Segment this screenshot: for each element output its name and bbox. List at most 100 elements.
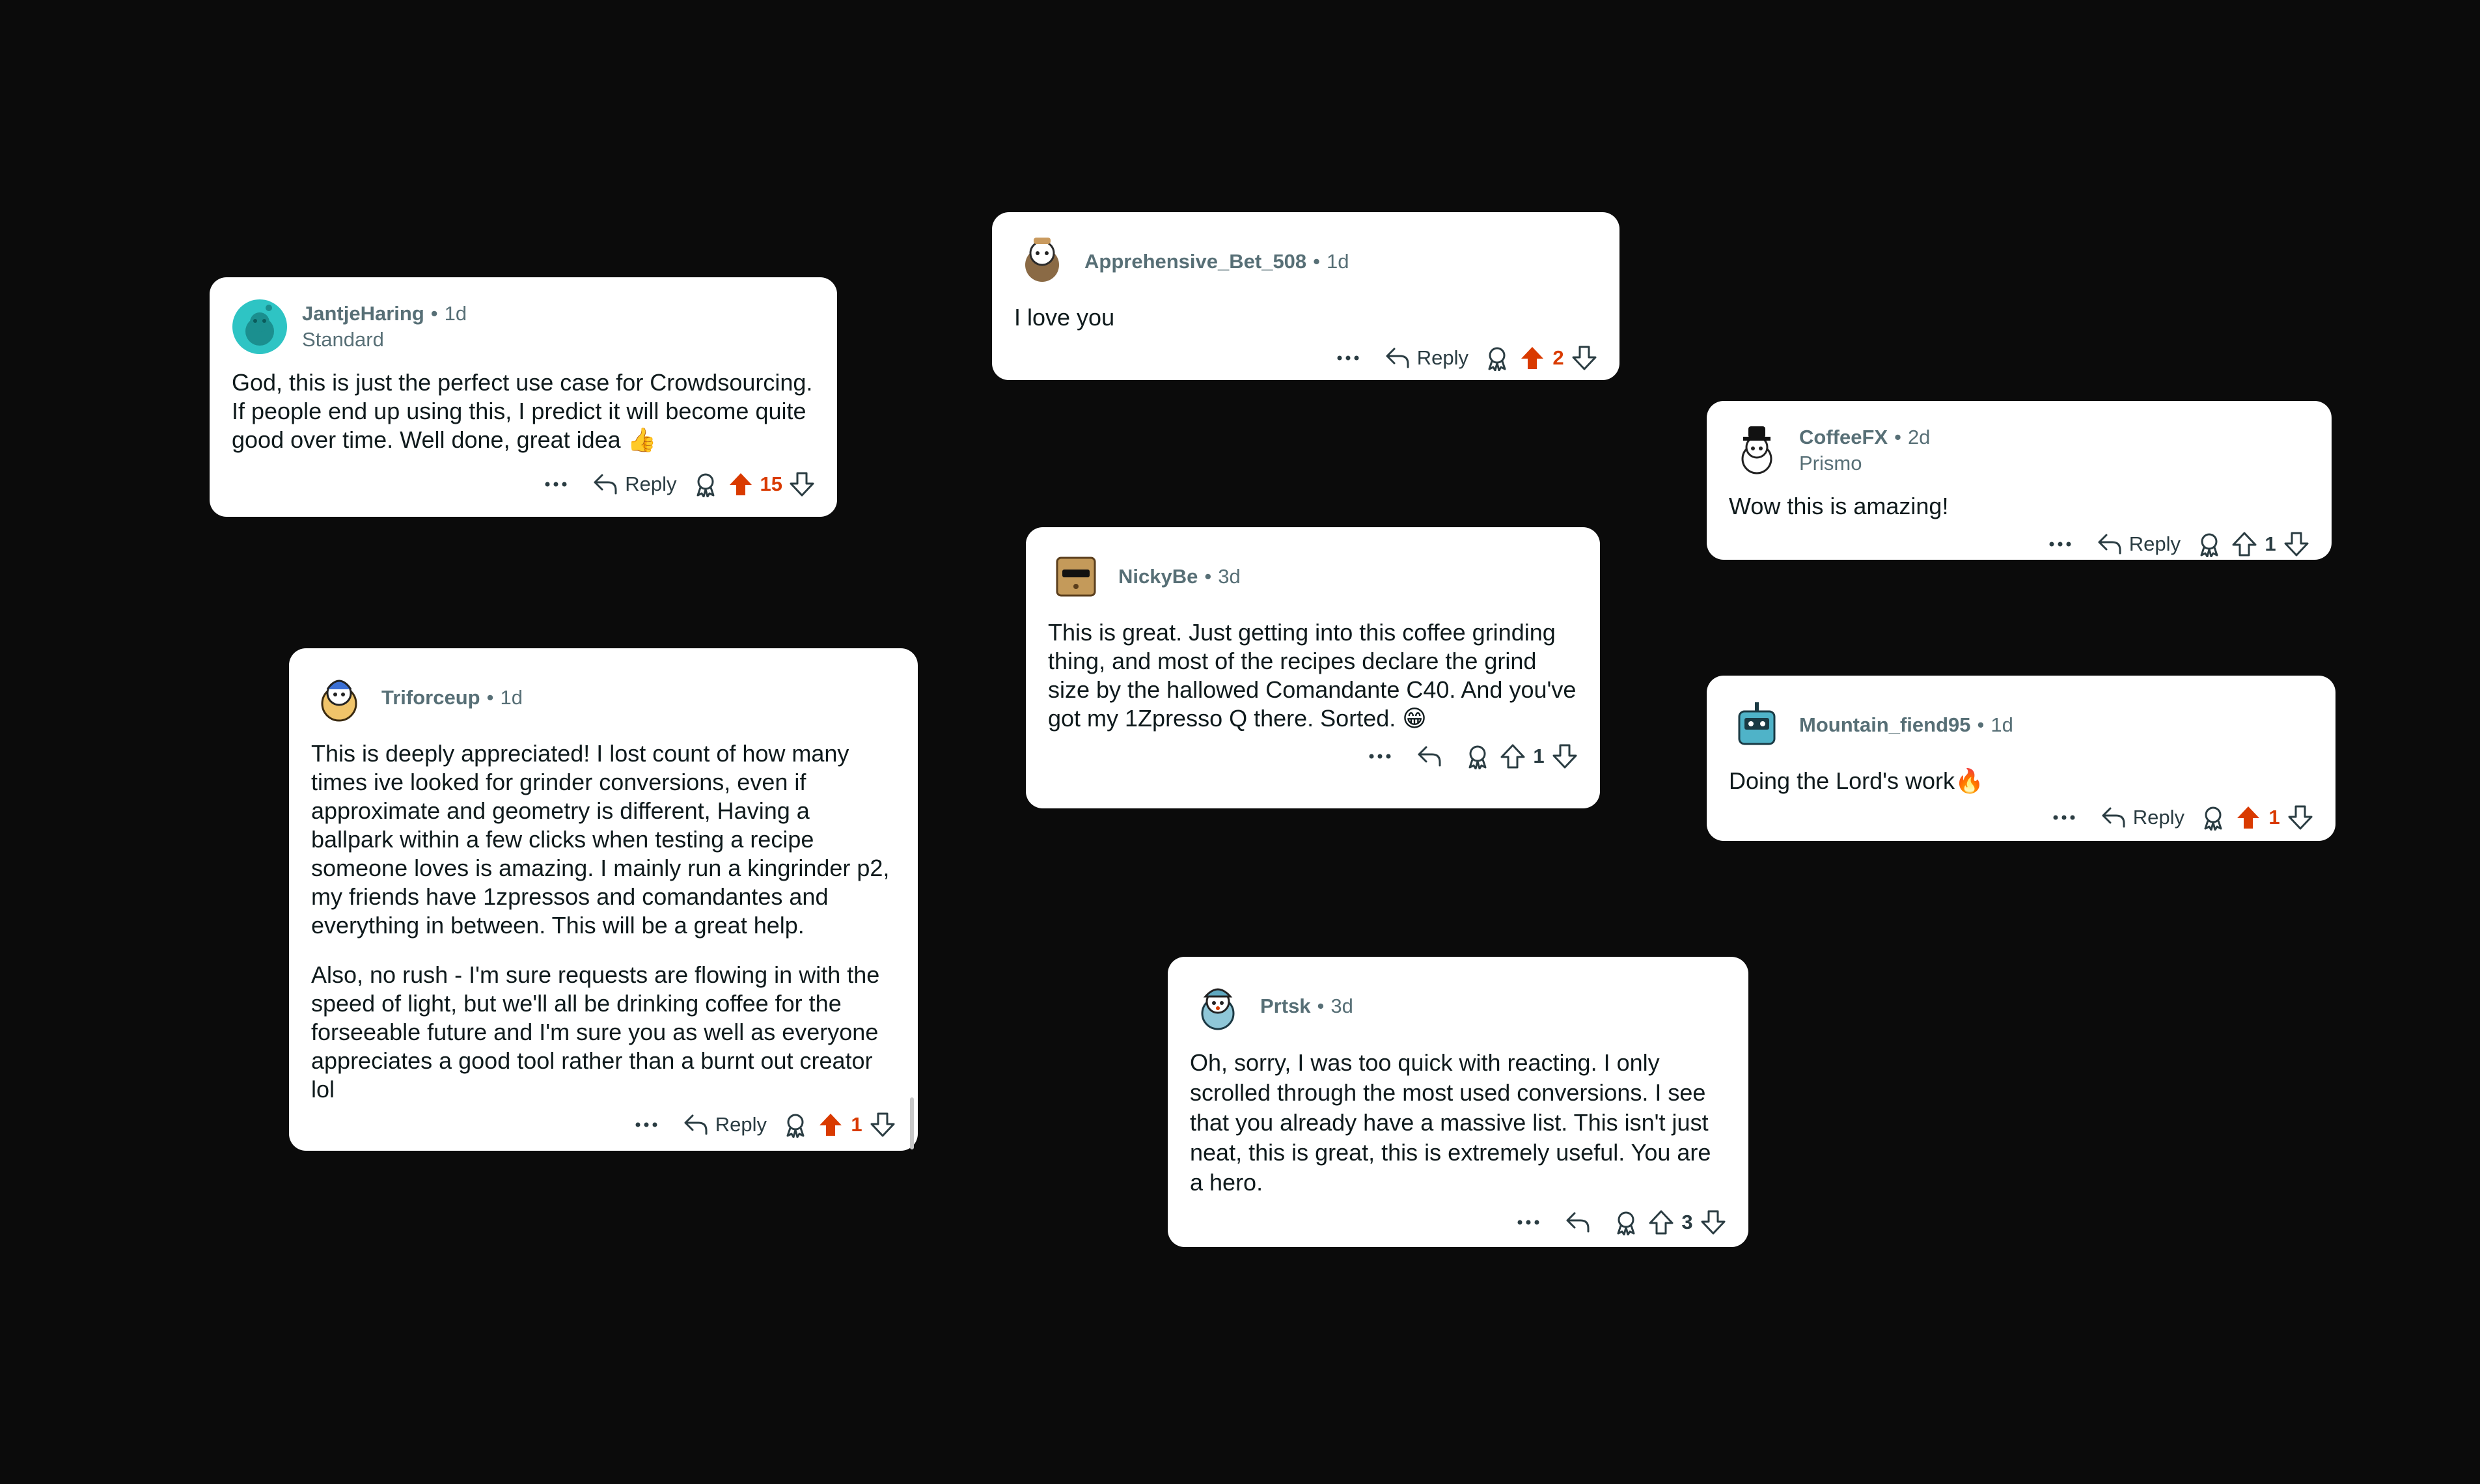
reply-button[interactable]: Reply — [676, 1113, 773, 1136]
reply-button[interactable]: Reply — [1378, 346, 1475, 370]
separator-dot: • — [1204, 565, 1212, 588]
reply-arrow-icon — [684, 1114, 708, 1135]
snoo-avatar-cap-icon[interactable] — [1190, 978, 1246, 1034]
scrollbar[interactable] — [910, 1097, 914, 1149]
separator-dot: • — [1977, 713, 1985, 736]
award-button[interactable] — [782, 1112, 808, 1138]
more-options-button[interactable] — [1508, 1219, 1549, 1226]
comment-card: Mountain_fiend95 • 1d Doing the Lord's w… — [1707, 676, 2335, 841]
comment-body: This is great. Just getting into this co… — [1048, 618, 1578, 733]
comment-card: CoffeeFX • 2d Prismo Wow this is amazing… — [1707, 401, 2332, 560]
reply-label: Reply — [625, 473, 677, 495]
award-button[interactable] — [2196, 531, 2222, 557]
award-icon — [696, 473, 715, 497]
award-button[interactable] — [2200, 804, 2226, 831]
upvote-icon[interactable] — [1500, 743, 1526, 769]
reply-button[interactable] — [1410, 745, 1455, 768]
timestamp[interactable]: 2d — [1908, 426, 1930, 449]
timestamp[interactable]: 1d — [1991, 713, 2013, 737]
more-options-button[interactable] — [626, 1121, 667, 1128]
comment-meta: JantjeHaring • 1d Standard — [232, 294, 815, 359]
reply-button[interactable]: Reply — [2094, 806, 2191, 829]
vote-score: 3 — [1681, 1211, 1693, 1233]
more-options-button[interactable] — [2043, 814, 2085, 821]
username[interactable]: Apprehensive_Bet_508 — [1084, 250, 1306, 273]
separator-dot: • — [1894, 426, 1901, 448]
username[interactable]: Prtsk — [1260, 995, 1311, 1018]
downvote-icon[interactable] — [1700, 1209, 1726, 1235]
award-icon — [2200, 533, 2218, 557]
comment-card: Triforceup • 1d This is deeply appreciat… — [289, 648, 918, 1151]
downvote-icon[interactable] — [2287, 804, 2313, 831]
upvote-filled-icon[interactable] — [1519, 345, 1545, 371]
comment-text: This is great. Just getting into this co… — [1048, 619, 1577, 732]
snoo-avatar-hoodie-icon[interactable] — [311, 670, 367, 726]
comment-actions: Reply 2 — [1014, 337, 1597, 379]
username[interactable]: NickyBe — [1118, 565, 1198, 588]
vote-group: 1 — [2231, 531, 2309, 557]
reply-arrow-icon — [1566, 1212, 1590, 1233]
reply-label: Reply — [1416, 346, 1468, 369]
snoo-avatar-box-icon[interactable] — [1048, 549, 1104, 605]
comment-actions: 3 — [1190, 1202, 1726, 1243]
vote-group: 1 — [818, 1112, 896, 1138]
vote-score: 2 — [1552, 346, 1564, 369]
award-button[interactable] — [1484, 345, 1510, 371]
timestamp[interactable]: 1d — [1327, 250, 1349, 273]
comment-text: Doing the Lord's work🔥 — [1729, 767, 1984, 794]
more-dots-icon — [2049, 542, 2071, 547]
reply-button[interactable]: Reply — [586, 473, 683, 496]
upvote-filled-icon[interactable] — [728, 471, 754, 497]
downvote-icon[interactable] — [1571, 345, 1597, 371]
comment-text: Also, no rush - I'm sure requests are fl… — [311, 961, 880, 1103]
username[interactable]: Triforceup — [381, 686, 480, 709]
upvote-icon[interactable] — [1648, 1209, 1674, 1235]
separator-dot: • — [430, 302, 438, 325]
award-button[interactable] — [1613, 1209, 1639, 1235]
comment-meta: Apprehensive_Bet_508 • 1d — [1014, 229, 1597, 294]
snoo-avatar-robot-icon[interactable] — [1729, 697, 1785, 753]
more-dots-icon — [1517, 1220, 1539, 1225]
timestamp[interactable]: 3d — [1218, 565, 1240, 588]
snoo-avatar-hat-icon[interactable] — [1729, 422, 1785, 478]
snoo-avatar-teal-icon[interactable] — [232, 299, 288, 355]
more-options-button[interactable] — [535, 481, 577, 488]
comment-meta: NickyBe • 3d — [1048, 544, 1578, 609]
award-icon — [2204, 806, 2222, 831]
timestamp[interactable]: 1d — [445, 302, 467, 325]
downvote-icon[interactable] — [789, 471, 815, 497]
award-icon — [1468, 745, 1487, 769]
downvote-icon[interactable] — [1552, 743, 1578, 769]
reply-arrow-icon — [1386, 348, 1409, 368]
reply-label: Reply — [715, 1113, 767, 1136]
upvote-filled-icon[interactable] — [818, 1112, 844, 1138]
comment-body: Doing the Lord's work🔥 — [1729, 767, 2313, 795]
upvote-icon[interactable] — [2231, 531, 2257, 557]
more-options-button[interactable] — [1359, 753, 1401, 760]
downvote-icon[interactable] — [2283, 531, 2309, 557]
separator-dot: • — [486, 686, 494, 709]
comment-card: Prtsk • 3d Oh, sorry, I was too quick wi… — [1168, 957, 1748, 1247]
upvote-filled-icon[interactable] — [2235, 804, 2261, 831]
reply-button[interactable] — [1558, 1211, 1604, 1234]
vote-group: 3 — [1648, 1209, 1726, 1235]
award-button[interactable] — [693, 471, 719, 497]
more-dots-icon — [2053, 815, 2075, 820]
award-button[interactable] — [1465, 743, 1491, 769]
more-options-button[interactable] — [1327, 355, 1369, 361]
award-icon — [1617, 1211, 1635, 1235]
reply-arrow-icon — [2098, 534, 2121, 555]
comment-actions: Reply 1 — [1729, 523, 2309, 565]
downvote-icon[interactable] — [870, 1112, 896, 1138]
more-options-button[interactable] — [2039, 541, 2081, 547]
reply-button[interactable]: Reply — [2090, 532, 2187, 556]
comment-body: I love you — [1014, 303, 1597, 332]
reply-arrow-icon — [2102, 807, 2125, 828]
award-icon — [1488, 347, 1506, 371]
username[interactable]: CoffeeFX — [1799, 426, 1888, 449]
username[interactable]: Mountain_fiend95 — [1799, 713, 1971, 737]
username[interactable]: JantjeHaring — [302, 302, 424, 325]
timestamp[interactable]: 3d — [1330, 995, 1353, 1018]
snoo-avatar-brown-icon[interactable] — [1014, 234, 1070, 290]
timestamp[interactable]: 1d — [500, 686, 522, 709]
